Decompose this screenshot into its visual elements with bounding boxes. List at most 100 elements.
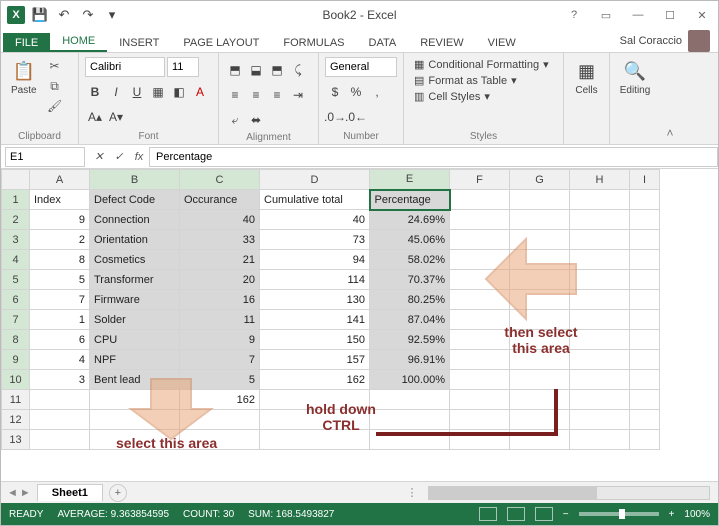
cell-G1[interactable] <box>510 190 570 210</box>
cell-D12[interactable] <box>260 410 370 430</box>
cell-G7[interactable] <box>510 310 570 330</box>
cell-B12[interactable] <box>90 410 180 430</box>
fill-color-button[interactable]: ◧ <box>169 82 189 102</box>
col-header-F[interactable]: F <box>450 170 510 190</box>
cell-E13[interactable] <box>370 430 450 450</box>
indent-icon[interactable]: ⇥ <box>288 85 308 105</box>
cell-F4[interactable] <box>450 250 510 270</box>
paste-button[interactable]: 📋 Paste <box>7 57 41 98</box>
cell-C1[interactable]: Occurance <box>180 190 260 210</box>
align-bottom-icon[interactable]: ⬒ <box>267 60 287 80</box>
align-middle-icon[interactable]: ⬓ <box>246 60 266 80</box>
cell-A12[interactable] <box>30 410 90 430</box>
cell-A8[interactable]: 6 <box>30 330 90 350</box>
user-area[interactable]: Sal Coraccio <box>620 30 718 52</box>
percent-icon[interactable]: % <box>346 82 366 102</box>
col-header-I[interactable]: I <box>630 170 660 190</box>
increase-font-icon[interactable]: A▴ <box>85 107 105 127</box>
wrap-text-icon[interactable]: ⤶ <box>225 110 245 130</box>
cell-B9[interactable]: NPF <box>90 350 180 370</box>
cell-D6[interactable]: 130 <box>260 290 370 310</box>
cell-C11[interactable]: 162 <box>180 390 260 410</box>
cell-I4[interactable] <box>630 250 660 270</box>
cell-F12[interactable] <box>450 410 510 430</box>
cell-B11[interactable] <box>90 390 180 410</box>
cell-H6[interactable] <box>570 290 630 310</box>
row-header-7[interactable]: 7 <box>2 310 30 330</box>
cell-D2[interactable]: 40 <box>260 210 370 230</box>
cell-C7[interactable]: 11 <box>180 310 260 330</box>
cell-H12[interactable] <box>570 410 630 430</box>
italic-button[interactable]: I <box>106 82 126 102</box>
cell-D9[interactable]: 157 <box>260 350 370 370</box>
tab-formulas[interactable]: FORMULAS <box>271 33 356 52</box>
tab-insert[interactable]: INSERT <box>107 33 171 52</box>
cell-B2[interactable]: Connection <box>90 210 180 230</box>
cell-D13[interactable] <box>260 430 370 450</box>
tab-view[interactable]: VIEW <box>476 33 528 52</box>
cell-C3[interactable]: 33 <box>180 230 260 250</box>
cell-F7[interactable] <box>450 310 510 330</box>
normal-view-icon[interactable] <box>479 507 497 521</box>
editing-button[interactable]: 🔍 Editing <box>616 57 654 98</box>
row-header-8[interactable]: 8 <box>2 330 30 350</box>
col-header-B[interactable]: B <box>90 170 180 190</box>
cell-C13[interactable] <box>180 430 260 450</box>
cell-D7[interactable]: 141 <box>260 310 370 330</box>
cell-A3[interactable]: 2 <box>30 230 90 250</box>
cell-I5[interactable] <box>630 270 660 290</box>
cell-E1[interactable]: Percentage <box>370 190 450 210</box>
redo-icon[interactable]: ↷ <box>77 4 99 26</box>
cell-B3[interactable]: Orientation <box>90 230 180 250</box>
qat-dropdown-icon[interactable]: ▾ <box>101 4 123 26</box>
cell-H5[interactable] <box>570 270 630 290</box>
row-header-1[interactable]: 1 <box>2 190 30 210</box>
cell-E3[interactable]: 45.06% <box>370 230 450 250</box>
border-button[interactable]: ▦ <box>148 82 168 102</box>
col-header-C[interactable]: C <box>180 170 260 190</box>
cell-G10[interactable] <box>510 370 570 390</box>
col-header-A[interactable]: A <box>30 170 90 190</box>
row-header-2[interactable]: 2 <box>2 210 30 230</box>
cell-F13[interactable] <box>450 430 510 450</box>
cell-F10[interactable] <box>450 370 510 390</box>
cell-E7[interactable]: 87.04% <box>370 310 450 330</box>
col-header-E[interactable]: E <box>370 170 450 190</box>
undo-icon[interactable]: ↶ <box>53 4 75 26</box>
cell-C2[interactable]: 40 <box>180 210 260 230</box>
cell-G11[interactable] <box>510 390 570 410</box>
sheet-nav-next-icon[interactable]: ► <box>20 487 31 499</box>
cut-icon[interactable]: ✂ <box>45 57 65 75</box>
spreadsheet-grid[interactable]: ABCDEFGHI1IndexDefect CodeOccuranceCumul… <box>1 169 718 481</box>
cell-A5[interactable]: 5 <box>30 270 90 290</box>
cell-B4[interactable]: Cosmetics <box>90 250 180 270</box>
cell-E2[interactable]: 24.69% <box>370 210 450 230</box>
cell-B6[interactable]: Firmware <box>90 290 180 310</box>
row-header-5[interactable]: 5 <box>2 270 30 290</box>
row-header-3[interactable]: 3 <box>2 230 30 250</box>
tab-data[interactable]: DATA <box>357 33 409 52</box>
cell-G6[interactable] <box>510 290 570 310</box>
cell-B7[interactable]: Solder <box>90 310 180 330</box>
cell-G9[interactable] <box>510 350 570 370</box>
cell-H1[interactable] <box>570 190 630 210</box>
cell-I6[interactable] <box>630 290 660 310</box>
format-painter-icon[interactable]: 🖌 <box>45 97 65 115</box>
format-as-table-button[interactable]: ▤Format as Table ▾ <box>410 73 557 88</box>
currency-icon[interactable]: $ <box>325 82 345 102</box>
cancel-formula-icon[interactable]: ✕ <box>89 150 109 163</box>
cell-H11[interactable] <box>570 390 630 410</box>
copy-icon[interactable]: ⧉ <box>45 77 65 95</box>
sheet-tab-1[interactable]: Sheet1 <box>37 484 103 501</box>
number-format-input[interactable] <box>325 57 397 77</box>
cell-G4[interactable] <box>510 250 570 270</box>
row-header-6[interactable]: 6 <box>2 290 30 310</box>
cell-F5[interactable] <box>450 270 510 290</box>
zoom-out-icon[interactable]: − <box>563 509 569 520</box>
cell-C12[interactable] <box>180 410 260 430</box>
excel-app-icon[interactable]: X <box>5 4 27 26</box>
align-left-icon[interactable]: ≡ <box>225 85 245 105</box>
cell-A9[interactable]: 4 <box>30 350 90 370</box>
zoom-slider[interactable] <box>579 512 659 516</box>
cell-H8[interactable] <box>570 330 630 350</box>
